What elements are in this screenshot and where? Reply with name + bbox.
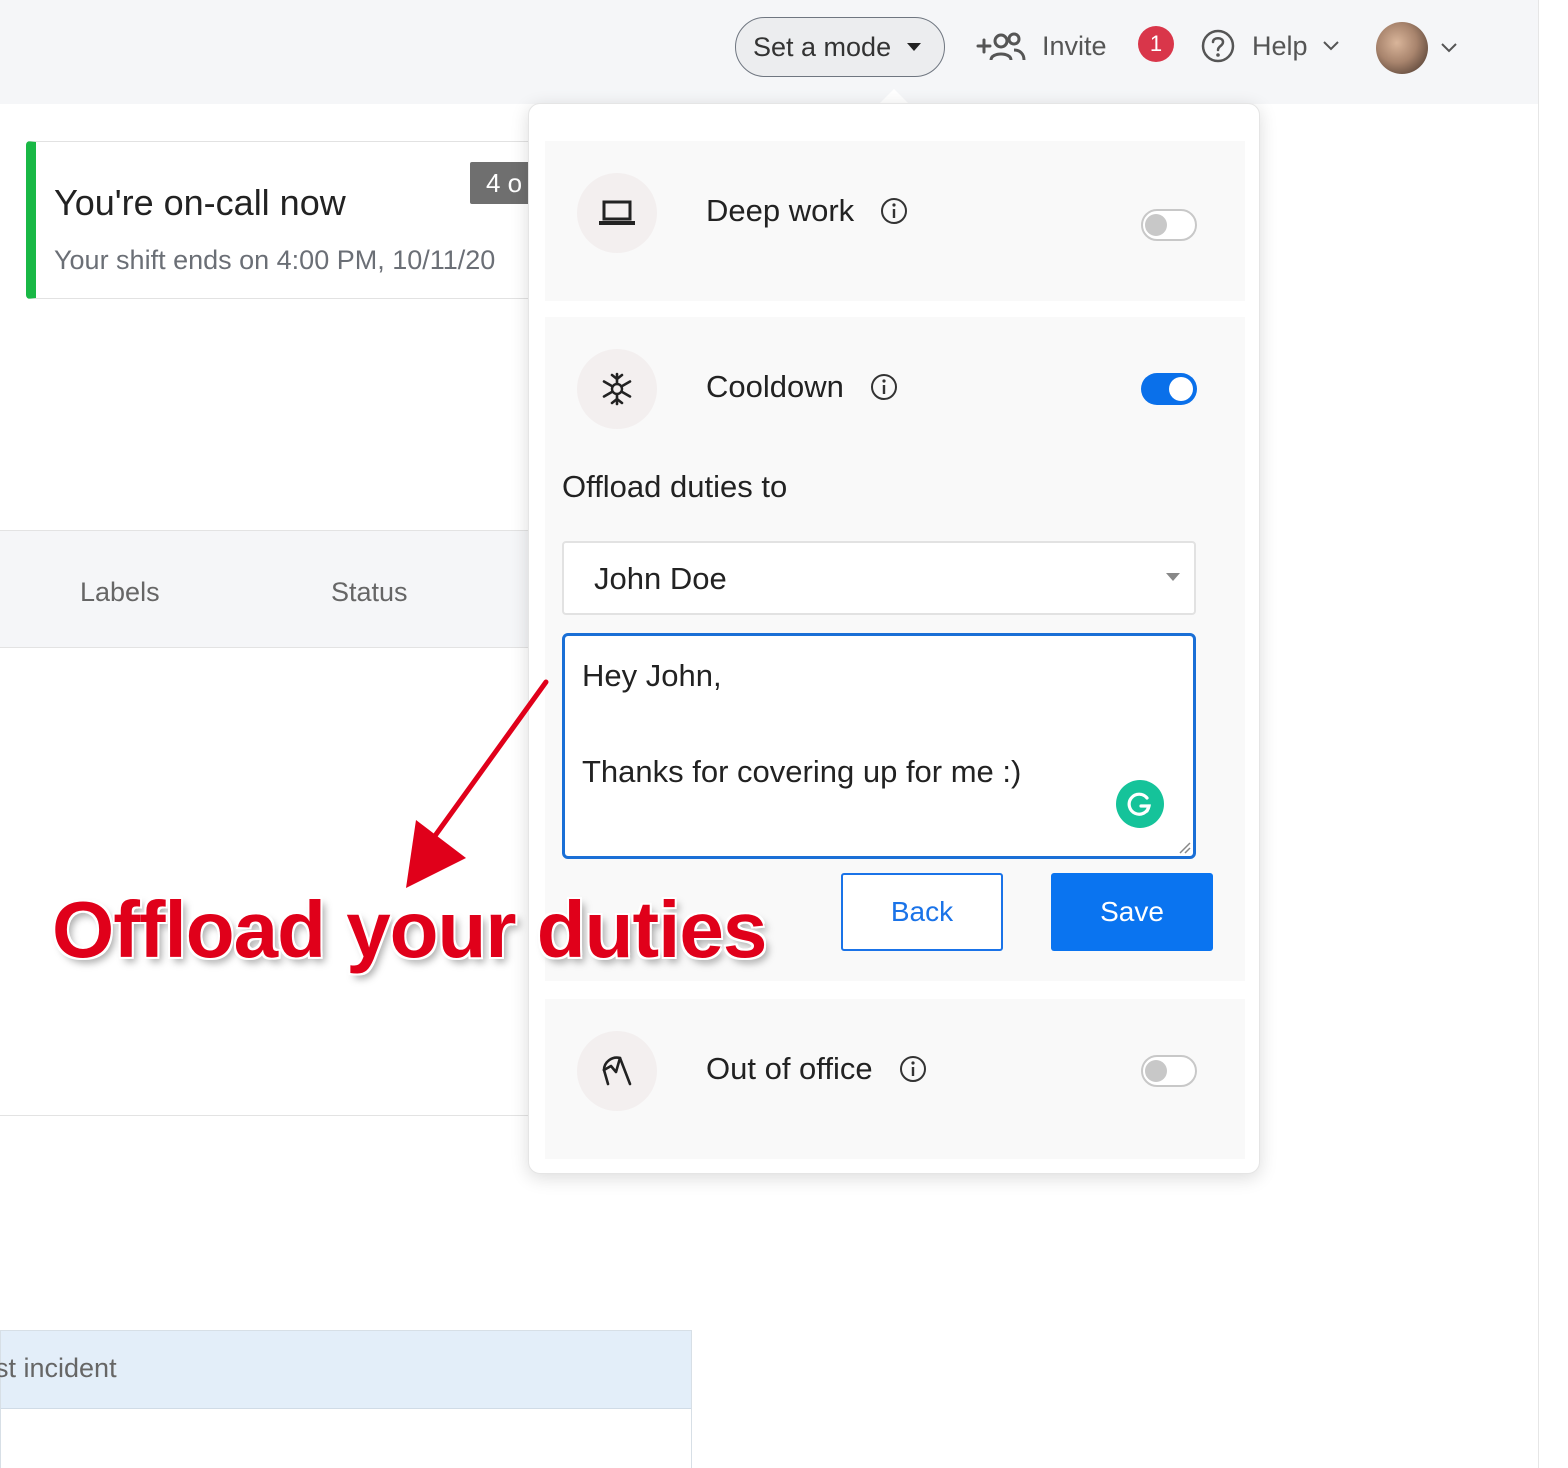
invite-button[interactable]: Invite [976, 24, 1107, 68]
oncall-subtitle: Your shift ends on 4:00 PM, 10/11/20 [54, 245, 496, 275]
notification-badge[interactable]: 1 [1138, 26, 1174, 62]
caret-down-icon [1166, 573, 1180, 581]
info-icon[interactable] [880, 197, 908, 225]
divider [0, 1115, 560, 1116]
column-header-status[interactable]: Status [331, 577, 408, 608]
scrollbar[interactable] [1538, 0, 1568, 1468]
set-mode-button[interactable]: Set a mode [735, 17, 945, 77]
incident-panel-header: st incident [0, 1331, 691, 1409]
user-menu[interactable] [1376, 22, 1458, 74]
toggle-knob [1145, 1060, 1167, 1082]
out-of-office-toggle[interactable] [1141, 1055, 1197, 1087]
oncall-title: You're on-call now [54, 182, 346, 223]
message-line: Hey John, [582, 658, 722, 693]
selected-user: John Doe [594, 561, 727, 596]
help-label: Help [1252, 30, 1308, 61]
out-of-office-text: Out of office [706, 1051, 873, 1086]
avatar[interactable] [1376, 22, 1428, 74]
set-mode-label: Set a mode [753, 31, 892, 62]
grammarly-icon[interactable] [1116, 780, 1164, 828]
help-circle-icon [1201, 29, 1235, 63]
help-menu[interactable]: Help [1200, 26, 1340, 66]
top-bar: Set a mode Invite 1 Help [0, 0, 1538, 104]
laptop-icon [577, 173, 657, 253]
cooldown-toggle[interactable] [1141, 373, 1197, 405]
umbrella-icon [577, 1031, 657, 1111]
caret-down-icon [907, 43, 922, 51]
resize-handle-icon[interactable] [1177, 840, 1191, 854]
deep-work-text: Deep work [706, 193, 855, 228]
save-button[interactable]: Save [1051, 873, 1213, 951]
message-line: Thanks for covering up for me :) [582, 754, 1022, 789]
cooldown-label: Cooldown [706, 369, 898, 405]
toggle-knob [1169, 377, 1193, 401]
deep-work-toggle[interactable] [1141, 209, 1197, 241]
toggle-knob [1145, 214, 1167, 236]
annotation-arrow [406, 679, 549, 888]
mode-cooldown: Cooldown Offload duties to John Doe Hey … [545, 317, 1245, 981]
out-of-office-label: Out of office [706, 1051, 927, 1087]
annotation-caption: Offload your duties [52, 885, 767, 974]
offload-user-select[interactable]: John Doe [562, 541, 1196, 615]
offload-duties-label: Offload duties to [562, 469, 788, 504]
info-icon[interactable] [899, 1055, 927, 1083]
info-icon[interactable] [870, 373, 898, 401]
mode-popover: Deep work Cooldown Offload duties to Joh… [528, 103, 1260, 1174]
invite-label: Invite [1042, 30, 1107, 61]
chevron-down-icon [1322, 41, 1339, 51]
deep-work-label: Deep work [706, 193, 908, 229]
mode-deep-work: Deep work [545, 141, 1245, 301]
message-textarea[interactable]: Hey John, Thanks for covering up for me … [562, 633, 1196, 859]
table-header: Labels Status [0, 530, 560, 648]
mode-out-of-office: Out of office [545, 999, 1245, 1159]
column-header-labels[interactable]: Labels [80, 577, 160, 608]
incident-panel: st incident [0, 1330, 692, 1468]
back-button[interactable]: Back [841, 873, 1003, 951]
incident-header-label: st incident [0, 1353, 117, 1383]
snowflake-icon [577, 349, 657, 429]
chevron-down-icon [1441, 43, 1457, 53]
add-users-icon [976, 32, 1026, 61]
cooldown-text: Cooldown [706, 369, 844, 404]
